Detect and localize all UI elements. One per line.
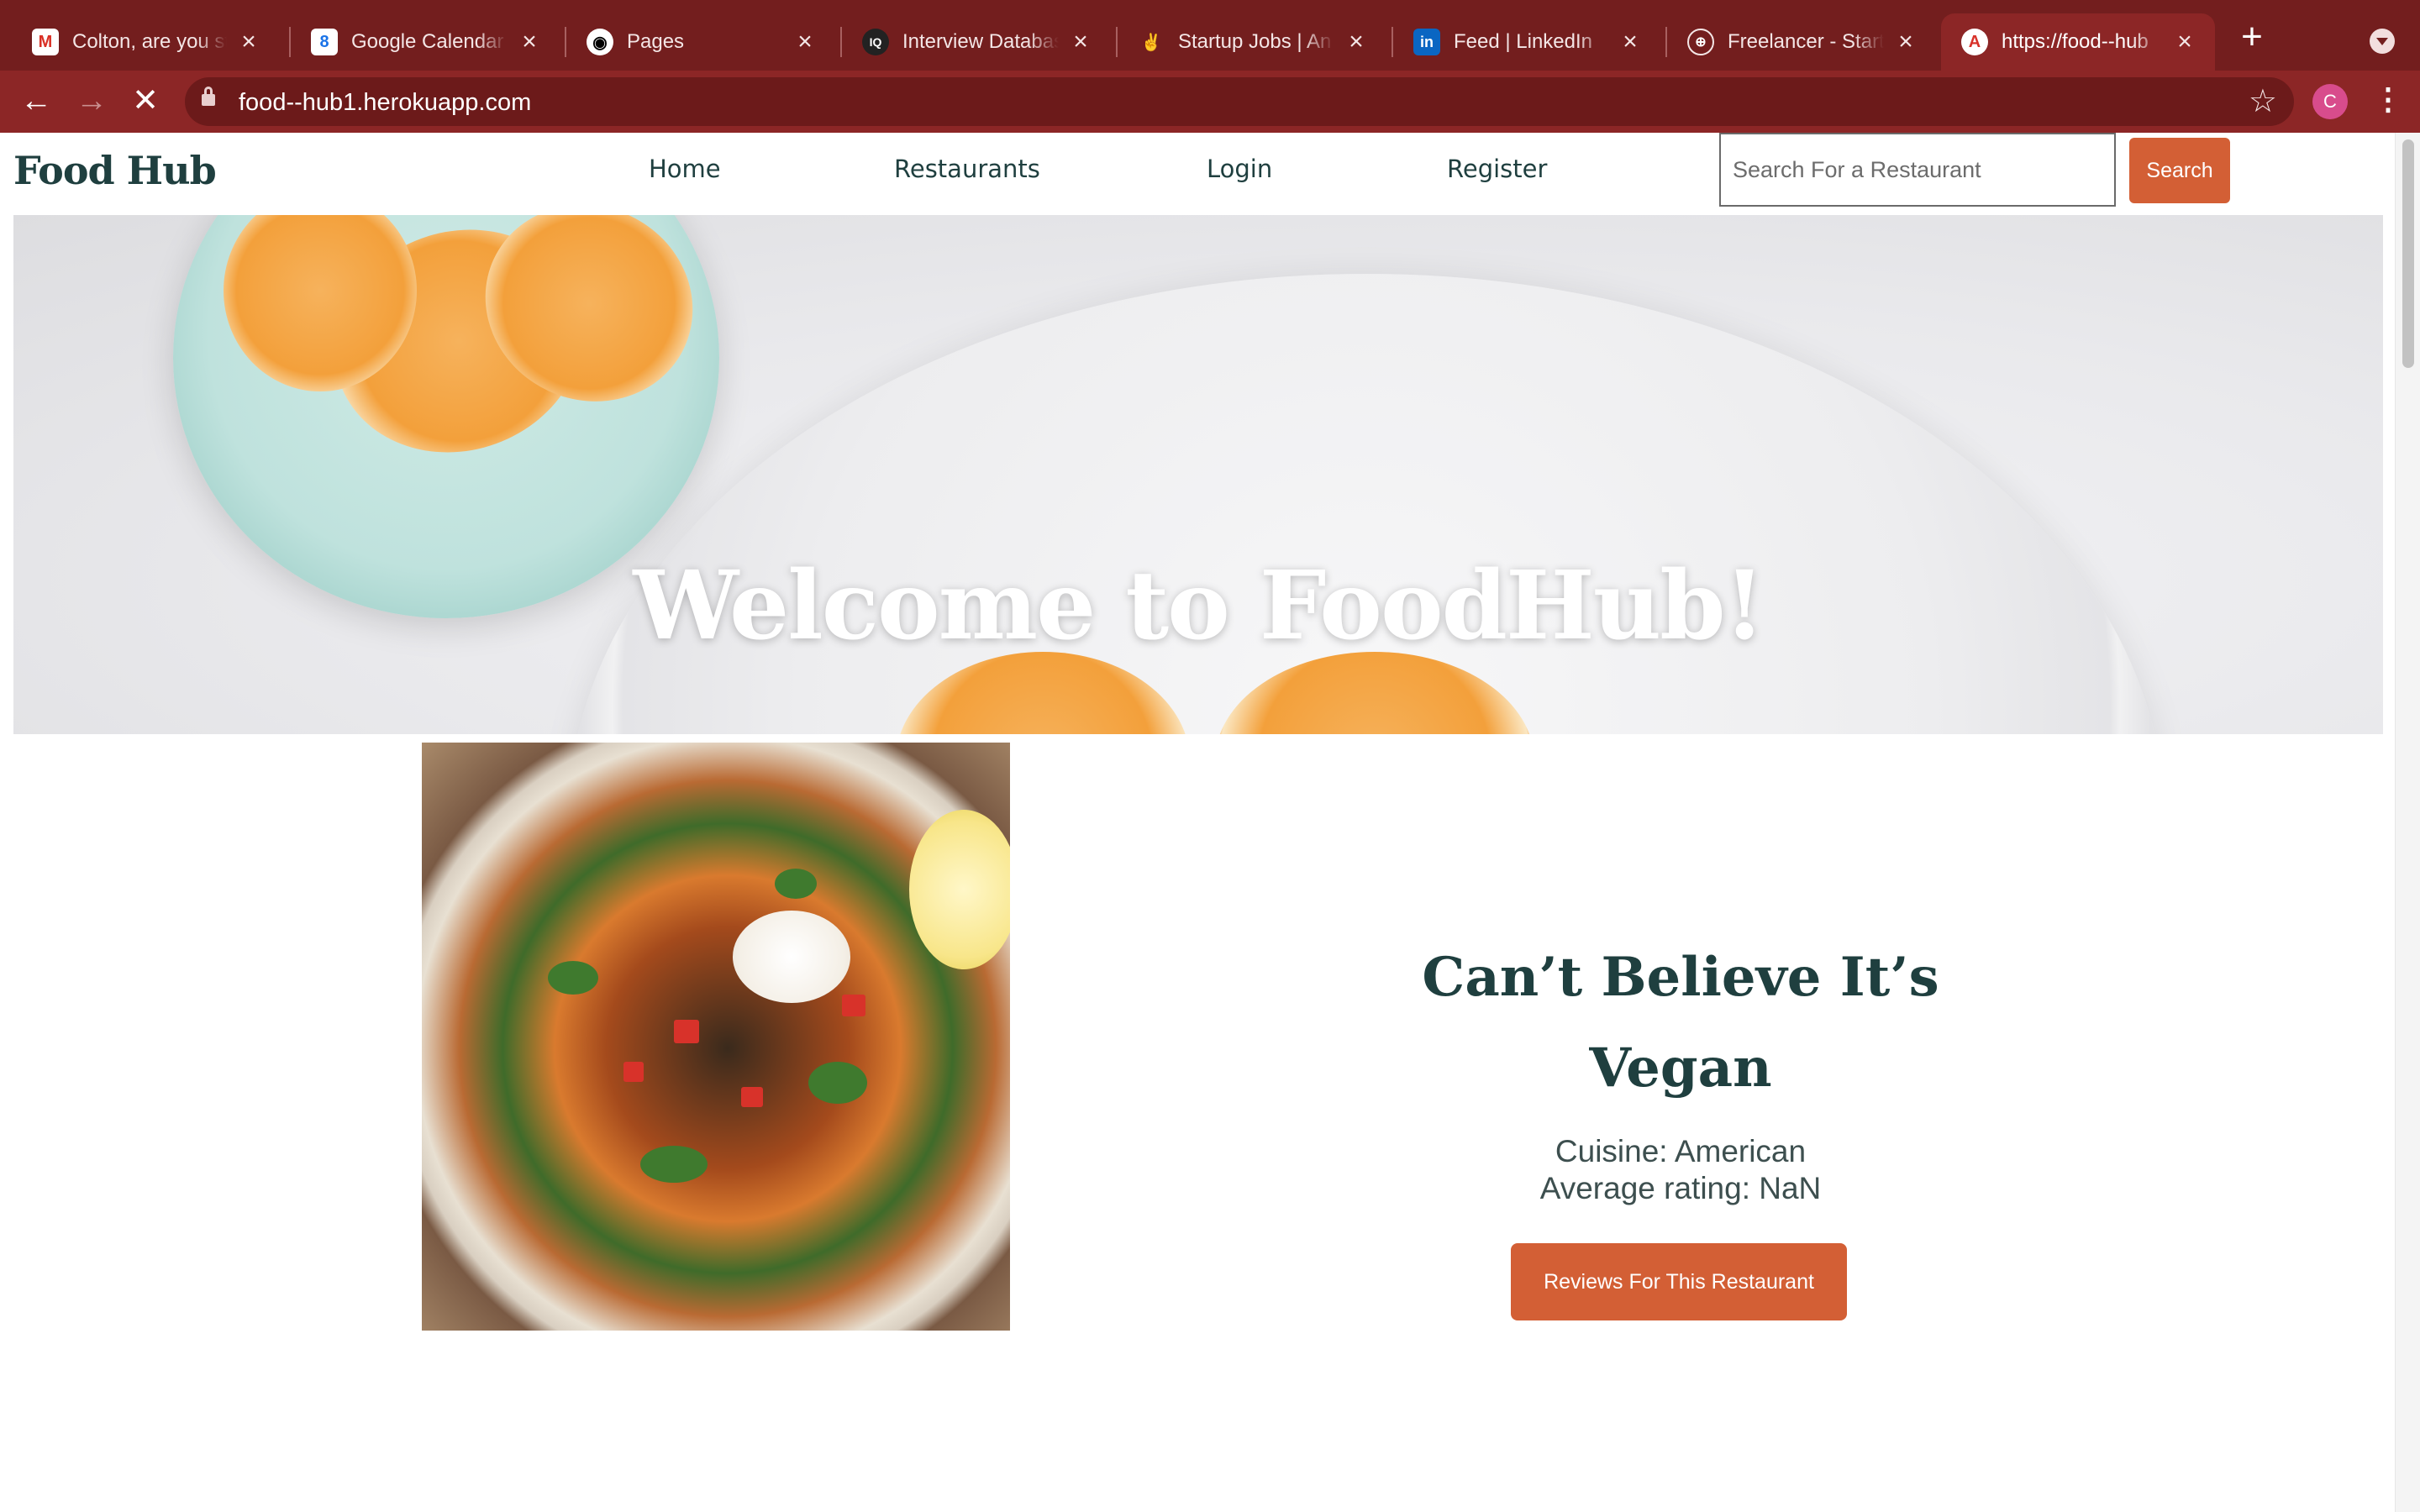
site-navbar: Food Hub Home Restaurants Login Register…: [0, 133, 2395, 215]
bookmark-star-icon[interactable]: ☆: [2249, 82, 2277, 120]
lock-icon: [202, 87, 215, 106]
tab-title: https://food--hub: [2002, 30, 2149, 53]
close-icon[interactable]: ×: [1067, 28, 1094, 55]
nav-register-link[interactable]: Register: [1447, 155, 1547, 183]
browser-toolbar: ← → ✕ food--hub1.herokuapp.com ☆ C ⋮: [0, 71, 2420, 133]
tab-linkedin[interactable]: in Feed | LinkedIn ×: [1393, 13, 1660, 71]
forward-arrow-icon[interactable]: →: [72, 82, 111, 121]
search-button[interactable]: Search: [2129, 138, 2230, 203]
github-icon: ◉: [587, 29, 613, 55]
web-page: Food Hub Home Restaurants Login Register…: [0, 133, 2420, 1512]
hero-banner: Welcome to FoodHub!: [13, 215, 2383, 734]
food-detail: [842, 995, 865, 1016]
reviews-button[interactable]: Reviews For This Restaurant: [1511, 1243, 1847, 1320]
page-scrollbar[interactable]: [2395, 133, 2420, 1512]
food-detail: [548, 961, 598, 995]
close-icon[interactable]: ×: [516, 28, 543, 55]
angular-icon: A: [1961, 29, 1988, 55]
tab-title: Interview Databas: [902, 30, 1059, 53]
tab-freelancer[interactable]: ⊕ Freelancer - Start ×: [1667, 13, 1936, 71]
browser-menu-icon[interactable]: ⋮: [2373, 81, 2403, 121]
stop-loading-icon[interactable]: ✕: [126, 82, 165, 121]
tab-interview-database[interactable]: IQ Interview Databas ×: [842, 13, 1111, 71]
profile-avatar[interactable]: C: [2312, 84, 2348, 119]
food-detail: [640, 1146, 708, 1183]
food-detail: [775, 869, 817, 899]
close-icon[interactable]: ×: [235, 28, 262, 55]
globe-icon: ⊕: [1687, 29, 1714, 55]
food-detail: [623, 1062, 644, 1082]
back-arrow-icon[interactable]: ←: [17, 82, 55, 121]
new-tab-button[interactable]: +: [2235, 18, 2269, 55]
tab-food-hub-active[interactable]: A https://food--hub ×: [1941, 13, 2215, 71]
nav-login-link[interactable]: Login: [1207, 155, 1272, 183]
tab-gmail[interactable]: M Colton, are you st ×: [12, 13, 279, 71]
tab-search-icon[interactable]: [2370, 29, 2395, 54]
tab-title: Freelancer - Start: [1728, 30, 1884, 53]
tab-google-calendar[interactable]: 8 Google Calendar ×: [291, 13, 560, 71]
angellist-icon: ✌: [1140, 33, 1162, 52]
browser-tab-strip: M Colton, are you st × 8 Google Calendar…: [0, 0, 2420, 71]
food-detail: [909, 810, 1010, 969]
restaurant-name: Can’t Believe It’s Vegan: [1422, 946, 1939, 1100]
address-bar[interactable]: food--hub1.herokuapp.com ☆: [185, 77, 2294, 126]
calendar-icon: 8: [311, 29, 338, 55]
restaurant-cuisine: Cuisine: American: [1555, 1134, 1807, 1168]
tab-pages[interactable]: ◉ Pages ×: [566, 13, 835, 71]
tab-title: Startup Jobs | An: [1178, 30, 1332, 53]
scrollbar-thumb[interactable]: [2402, 139, 2414, 368]
food-detail: [741, 1087, 763, 1107]
interview-icon: IQ: [862, 29, 889, 55]
tab-title: Colton, are you st: [72, 30, 227, 53]
tab-title: Pages: [627, 30, 685, 53]
close-icon[interactable]: ×: [1892, 28, 1919, 55]
hero-title: Welcome to FoodHub!: [633, 551, 1765, 661]
tab-title: Google Calendar: [351, 30, 504, 53]
restaurant-search-input[interactable]: [1719, 133, 2116, 207]
site-brand-logo[interactable]: Food Hub: [13, 148, 217, 193]
close-icon[interactable]: ×: [1617, 28, 1644, 55]
food-detail: [733, 911, 850, 1003]
restaurant-average-rating: Average rating: NaN: [1539, 1171, 1822, 1205]
gmail-icon: M: [32, 29, 59, 55]
food-detail: [674, 1020, 699, 1043]
tab-startup-jobs[interactable]: ✌ Startup Jobs | An ×: [1118, 13, 1386, 71]
url-text[interactable]: food--hub1.herokuapp.com: [239, 89, 531, 117]
nav-restaurants-link[interactable]: Restaurants: [894, 155, 1040, 183]
close-icon[interactable]: ×: [792, 28, 818, 55]
nav-home-link[interactable]: Home: [649, 155, 721, 183]
food-detail: [808, 1062, 867, 1104]
linkedin-icon: in: [1413, 29, 1440, 55]
restaurant-food-image: [422, 743, 1010, 1331]
tab-title: Feed | LinkedIn: [1454, 30, 1593, 53]
close-icon[interactable]: ×: [1343, 28, 1370, 55]
close-icon[interactable]: ×: [2171, 28, 2198, 55]
